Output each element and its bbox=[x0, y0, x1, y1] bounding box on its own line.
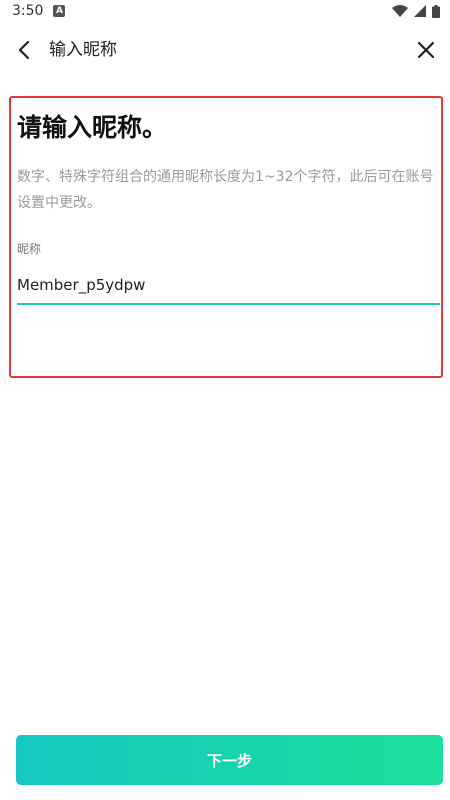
input-underline bbox=[17, 303, 440, 305]
battery-icon bbox=[432, 4, 440, 18]
a-app-icon: A bbox=[53, 5, 66, 17]
next-button[interactable]: 下一步 bbox=[16, 735, 443, 785]
page-title: 请输入昵称。 bbox=[17, 113, 168, 142]
header-title: 输入昵称 bbox=[49, 40, 117, 60]
chevron-left-icon bbox=[18, 40, 30, 60]
status-right bbox=[392, 4, 440, 18]
close-icon bbox=[417, 41, 435, 59]
back-button[interactable] bbox=[10, 36, 38, 64]
status-time: 3:50 bbox=[12, 3, 44, 19]
signal-icon bbox=[414, 5, 426, 17]
close-button[interactable] bbox=[412, 36, 440, 64]
nickname-label: 昵称 bbox=[17, 242, 42, 256]
description-text: 数字、特殊字符组合的通用昵称长度为1~32个字符，此后可在账号设置中更改。 bbox=[17, 169, 434, 211]
header: 输入昵称 bbox=[0, 22, 450, 78]
status-left: 3:50 A bbox=[12, 3, 66, 19]
status-bar: 3:50 A bbox=[0, 0, 450, 22]
wifi-icon bbox=[392, 5, 408, 17]
nickname-input[interactable] bbox=[17, 270, 440, 300]
